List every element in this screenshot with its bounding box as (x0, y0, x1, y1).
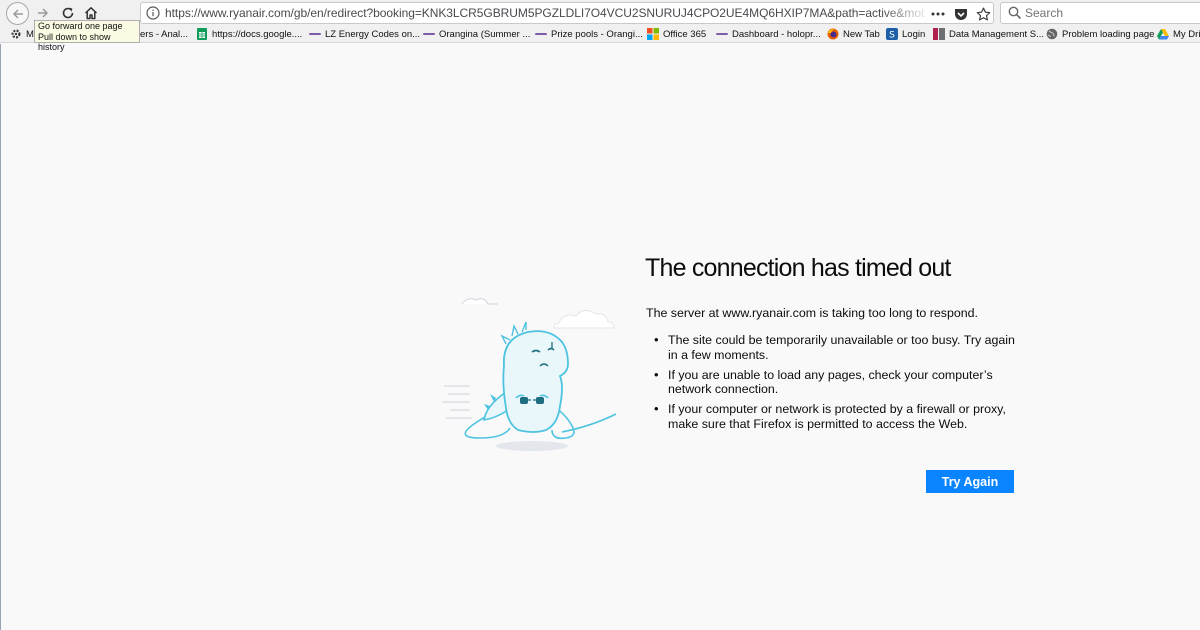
bookmark-label: Office 365 (663, 28, 707, 40)
bookmark-item[interactable]: Problem loading page (1046, 26, 1154, 42)
error-suggestions-list: The site could be temporarily unavailabl… (654, 333, 1024, 437)
sheets-icon (196, 28, 208, 40)
tooltip-line: Go forward one page (38, 21, 123, 31)
pocket-button[interactable] (952, 5, 970, 23)
tooltip-line: Pull down to show history (38, 31, 111, 53)
svg-text:S: S (889, 31, 895, 41)
bookmark-item[interactable]: My Drive (1157, 26, 1200, 42)
info-icon[interactable] (145, 5, 161, 21)
suggestion-item: If your computer or network is protected… (654, 402, 1024, 431)
bookmarks-toolbar: M ers - Anal... https://docs.google.... … (0, 26, 1200, 43)
bookmark-label: Problem loading page (1062, 28, 1155, 40)
bookmark-label: Orangina (Summer ... (439, 28, 531, 40)
url-fade (881, 4, 931, 22)
suggestion-item: If you are unable to load any pages, che… (654, 368, 1024, 397)
bookmark-label: https://docs.google.... (212, 28, 303, 40)
bookmark-label: Dashboard - holopr... (732, 28, 821, 40)
star-icon (976, 7, 990, 20)
pocket-icon (955, 8, 967, 20)
bookmark-item[interactable]: https://docs.google.... (196, 26, 302, 42)
bookmark-item[interactable]: LZ Energy Codes on... (309, 26, 420, 42)
bookmark-item[interactable]: Office 365 (647, 26, 706, 42)
bookmark-item[interactable]: ers - Anal... (140, 26, 188, 42)
bookmark-label: ers - Anal... (140, 28, 189, 40)
page-actions-button[interactable] (929, 5, 947, 23)
bookmark-item[interactable]: Prize pools - Orangi... (535, 26, 643, 42)
login-icon: S (886, 28, 898, 40)
drive-icon (1157, 28, 1169, 40)
dash-icon (716, 28, 728, 40)
globe-icon (1046, 28, 1058, 40)
window-edge (0, 44, 1, 630)
bookmark-item[interactable]: New Tab (827, 26, 880, 42)
back-button[interactable] (6, 2, 29, 25)
url-bar[interactable]: https://www.ryanair.com/gb/en/redirect?b… (140, 2, 994, 24)
bookmark-star-button[interactable] (974, 5, 992, 23)
bookmark-item[interactable]: Data Management S... (933, 26, 1044, 42)
bookmark-label: Data Management S... (949, 28, 1045, 40)
bookmark-label: LZ Energy Codes on... (325, 28, 421, 40)
url-text[interactable]: https://www.ryanair.com/gb/en/redirect?b… (165, 6, 925, 20)
bookmark-label: My Drive (1173, 28, 1200, 40)
dash-icon (423, 28, 435, 40)
unplugged-dinosaur-illustration (442, 298, 617, 451)
search-input[interactable] (1025, 5, 1195, 21)
dash-icon (535, 28, 547, 40)
dash-icon (309, 28, 321, 40)
bookmark-item[interactable]: M (10, 26, 34, 42)
bookmark-label: Prize pools - Orangi... (551, 28, 643, 40)
error-title: The connection has timed out (645, 254, 951, 282)
firefox-icon (827, 28, 839, 40)
bookmark-label: New Tab (843, 28, 880, 40)
search-icon (1008, 6, 1022, 20)
bookmark-label: M (26, 28, 34, 40)
error-intro: The server at www.ryanair.com is taking … (646, 306, 978, 320)
arrow-right-icon (38, 8, 49, 18)
suggestion-item: The site could be temporarily unavailabl… (654, 333, 1024, 362)
try-again-button[interactable]: Try Again (926, 470, 1014, 493)
gear-icon (10, 28, 22, 40)
arrow-left-icon (12, 8, 23, 19)
search-bar[interactable] (1000, 2, 1200, 24)
bookmark-label: Login (902, 28, 926, 40)
more-dots-icon (931, 12, 945, 16)
home-icon (84, 7, 98, 20)
office-icon (647, 28, 659, 40)
forward-tooltip: Go forward one page Pull down to show hi… (34, 20, 140, 52)
navigation-toolbar: https://www.ryanair.com/gb/en/redirect?b… (0, 0, 1200, 26)
bookmark-item[interactable]: Dashboard - holopr... (716, 26, 821, 42)
reload-icon (62, 7, 74, 19)
data-icon (933, 28, 945, 40)
bookmark-item[interactable]: Orangina (Summer ... (423, 26, 530, 42)
bookmark-item[interactable]: S Login (886, 26, 925, 42)
